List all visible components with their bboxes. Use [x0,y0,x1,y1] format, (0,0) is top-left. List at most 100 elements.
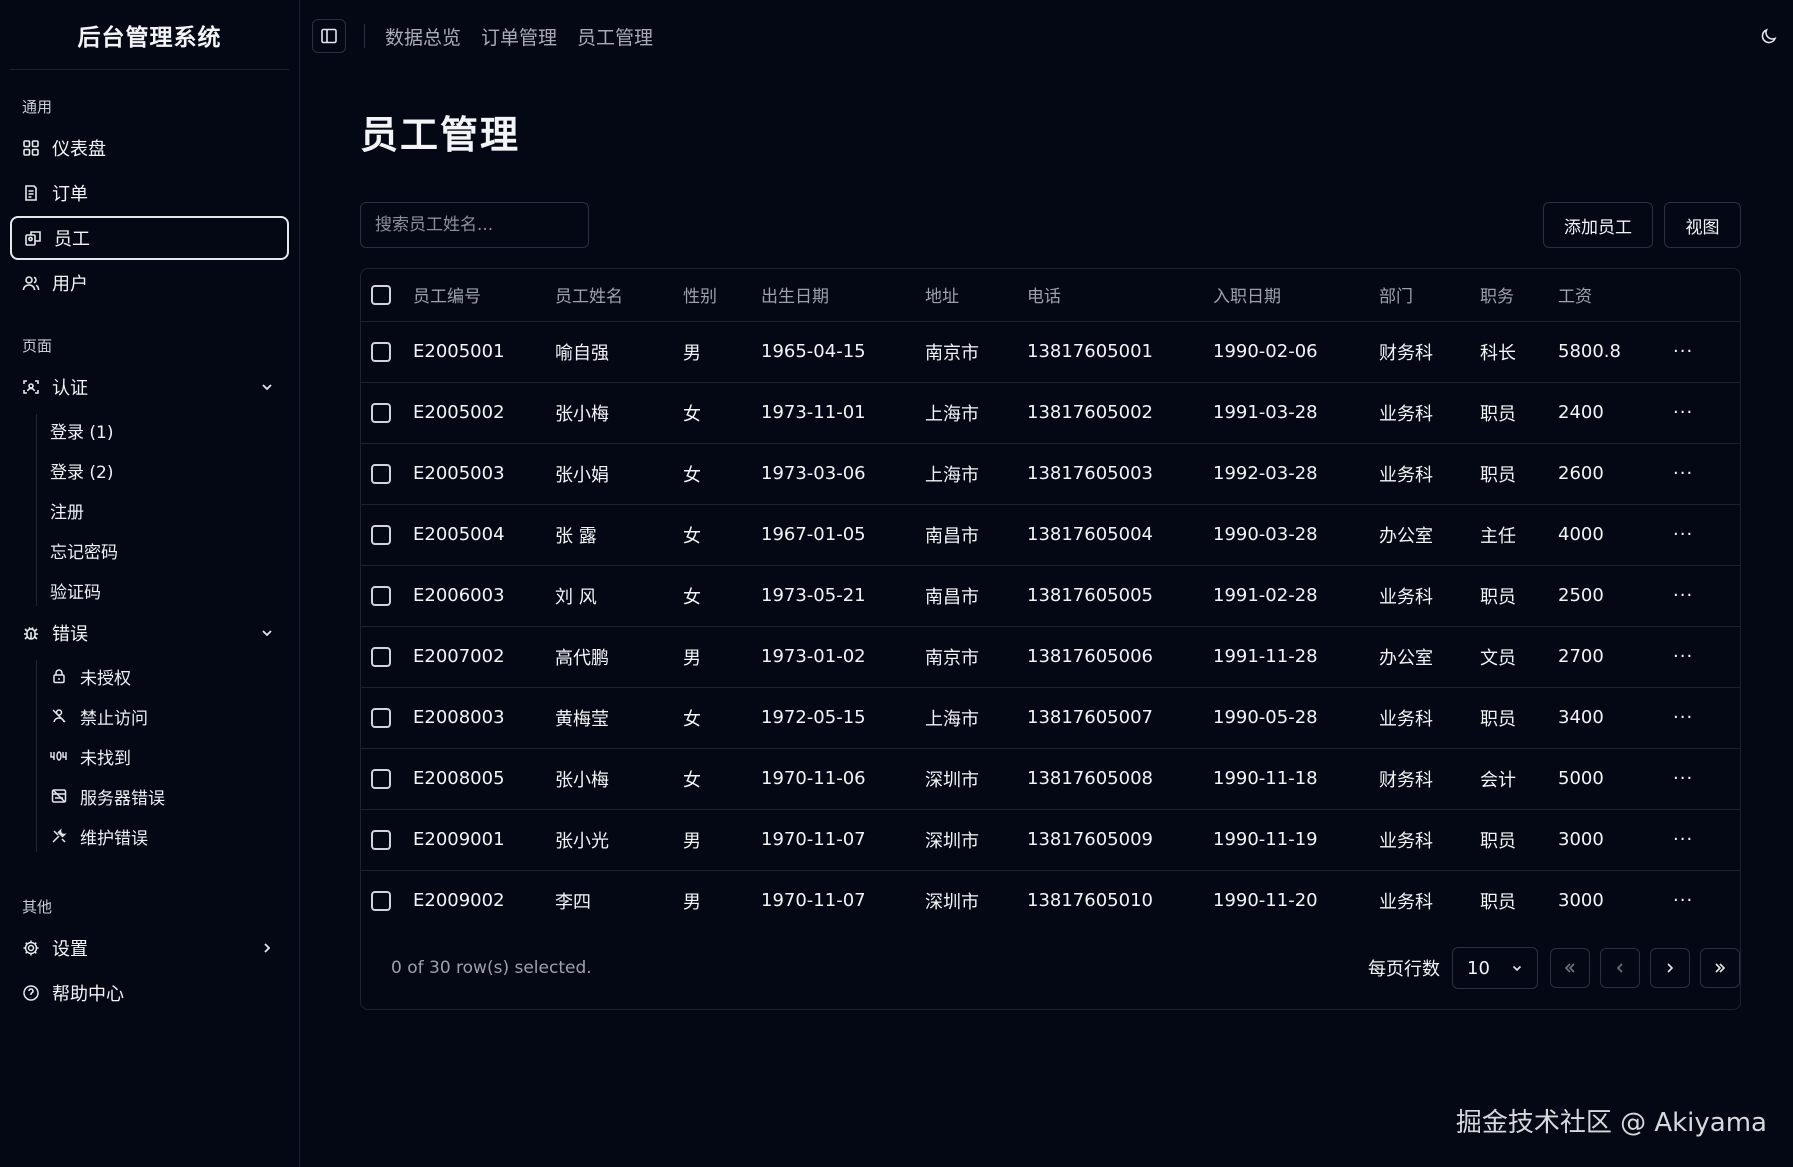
row-checkbox-cell [361,565,413,627]
column-header[interactable]: 入职日期 [1213,269,1379,322]
column-header[interactable]: 员工编号 [413,269,555,322]
row-actions-button[interactable]: ··· [1673,626,1740,688]
row-actions-button[interactable]: ··· [1673,687,1740,749]
table-row[interactable]: E2005002 张小梅女 1973-11-01 上海市 13817605002 1991… [361,382,1740,444]
submenu-item-login-1[interactable]: 登录 (1) [50,410,289,450]
add-employee-button[interactable]: 添加员工 [1543,202,1653,248]
sidebar-item-dashboard[interactable]: 仪表盘 [10,126,289,170]
table-row[interactable]: E2006003 刘 风女 1973-05-21 南昌市 13817605005 1991… [361,565,1740,627]
row-checkbox[interactable] [371,342,391,362]
table-cell: 女 [683,504,761,566]
table-row[interactable]: E2009002 李四 男 1970-11-07 深圳市 13817605010 1990-… [361,870,1740,931]
search-input[interactable] [360,202,589,248]
sidebar-toggle-button[interactable] [312,19,346,53]
row-actions-button[interactable]: ··· [1673,443,1740,505]
last-page-button[interactable] [1700,948,1740,988]
sidebar-item-users[interactable]: 用户 [10,261,289,305]
row-checkbox[interactable] [371,891,391,912]
sidebar-item-auth[interactable]: 认证 [10,365,289,409]
select-all-checkbox[interactable] [371,284,391,305]
table-row[interactable]: E2008005 张小梅女 1970-11-06 深圳市 13817605008 1990… [361,748,1740,810]
row-checkbox[interactable] [371,525,391,545]
table-row[interactable]: E2008003 黄梅莹女 1972-05-15 上海市 13817605007 1990… [361,687,1740,749]
row-checkbox[interactable] [371,586,391,606]
row-checkbox[interactable] [371,647,391,667]
chevron-down-icon [259,625,275,641]
sidebar-item-settings[interactable]: 设置 [10,926,289,970]
table-cell: E2005002 [413,382,555,444]
table-cell: 1973-01-02 [761,626,925,688]
maintenance-icon [50,827,68,845]
row-actions-button[interactable]: ··· [1673,809,1740,871]
table-cell: 会计 [1480,748,1558,810]
rows-per-page-select[interactable]: 10 [1452,947,1538,989]
server-error-icon [50,787,68,805]
table-cell: 喻自强 [555,321,683,383]
top-link-overview[interactable]: 数据总览 [385,23,461,50]
watermark: 掘金技术社区 @ Akiyama [1455,1108,1767,1138]
submenu-item-register[interactable]: 注册 [50,490,289,530]
table-footer: 0 of 30 row(s) selected. 每页行数 10 [361,927,1740,1009]
submenu-item-login-2[interactable]: 登录 (2) [50,450,289,490]
column-header[interactable]: 地址 [925,269,1027,322]
table-cell: 13817605004 [1027,504,1213,566]
submenu-item-forgot-password[interactable]: 忘记密码 [50,530,289,570]
row-checkbox[interactable] [371,769,391,789]
column-header[interactable]: 员工姓名 [555,269,683,322]
table-row[interactable]: E2005001 喻自强男 1965-04-15 南京市 13817605001 1990… [361,321,1740,383]
submenu-item-not-found[interactable]: 未找到 [50,736,289,776]
row-checkbox[interactable] [371,464,391,484]
table-row[interactable]: E2005004 张 露女 1967-01-05 南昌市 13817605004 1990… [361,504,1740,566]
row-actions-button[interactable]: ··· [1673,565,1740,627]
row-checkbox[interactable] [371,708,391,728]
row-checkbox[interactable] [371,830,391,850]
row-actions-button[interactable]: ··· [1673,870,1740,931]
table-cell: E2009002 [413,890,505,912]
table-cell: 1991-11-28 [1213,626,1379,688]
table-cell: 办公室 [1379,504,1480,566]
column-header[interactable]: 电话 [1027,269,1213,322]
column-header[interactable]: 出生日期 [761,269,925,322]
table-cell: 职员 [1480,443,1558,505]
chevrons-left-icon [1564,963,1575,973]
theme-toggle-button[interactable] [1757,24,1781,48]
row-actions-button[interactable]: ··· [1673,382,1740,444]
chevron-right-icon [259,940,275,956]
submenu-item-otp[interactable]: 验证码 [50,570,289,610]
employee-icon [24,229,42,247]
view-button[interactable]: 视图 [1664,202,1741,248]
table-row[interactable]: E2007002 高代鹏男 1973-01-02 南京市 13817605006 1991… [361,626,1740,688]
submenu-item-server-error[interactable]: 服务器错误 [50,776,289,816]
column-header[interactable]: 职务 [1480,269,1558,322]
next-page-button[interactable] [1650,948,1690,988]
sidebar-item-label: 设置 [52,939,88,960]
first-page-button[interactable] [1550,948,1590,988]
table-cell: 女 [683,565,761,627]
table-cell: E2005001 [413,321,555,383]
column-header[interactable]: 部门 [1379,269,1480,322]
sidebar-item-orders[interactable]: 订单 [10,171,289,215]
column-header[interactable]: 性别 [683,269,761,322]
table-cell: 13817605010 [1027,890,1153,912]
sidebar-item-errors[interactable]: 错误 [10,611,289,655]
prev-page-button[interactable] [1600,948,1640,988]
submenu-item-maintenance[interactable]: 维护错误 [50,816,289,856]
sidebar-item-label: 员工 [54,229,90,250]
submenu-item-forbidden[interactable]: 禁止访问 [50,696,289,736]
row-checkbox[interactable] [371,403,391,423]
top-link-orders[interactable]: 订单管理 [481,23,557,50]
table-cell: 职员 [1480,382,1558,444]
row-actions-button[interactable]: ··· [1673,321,1740,383]
row-actions-button[interactable]: ··· [1673,748,1740,810]
table-row[interactable]: E2005003 张小娟女 1973-03-06 上海市 13817605003 1992… [361,443,1740,505]
top-link-employees[interactable]: 员工管理 [577,23,653,50]
row-actions-button[interactable]: ··· [1673,504,1740,566]
sidebar-item-employees[interactable]: 员工 [10,216,289,260]
table-cell: 南昌市 [925,504,1027,566]
submenu-item-unauthorized[interactable]: 未授权 [50,656,289,696]
column-header[interactable]: 工资 [1558,269,1673,322]
sidebar-item-help[interactable]: 帮助中心 [10,971,289,1015]
table-cell: 深圳市 [925,748,1027,810]
table-row[interactable]: E2009001 张小光男 1970-11-07 深圳市 13817605009 1990… [361,809,1740,871]
chevron-right-icon [1667,963,1674,973]
